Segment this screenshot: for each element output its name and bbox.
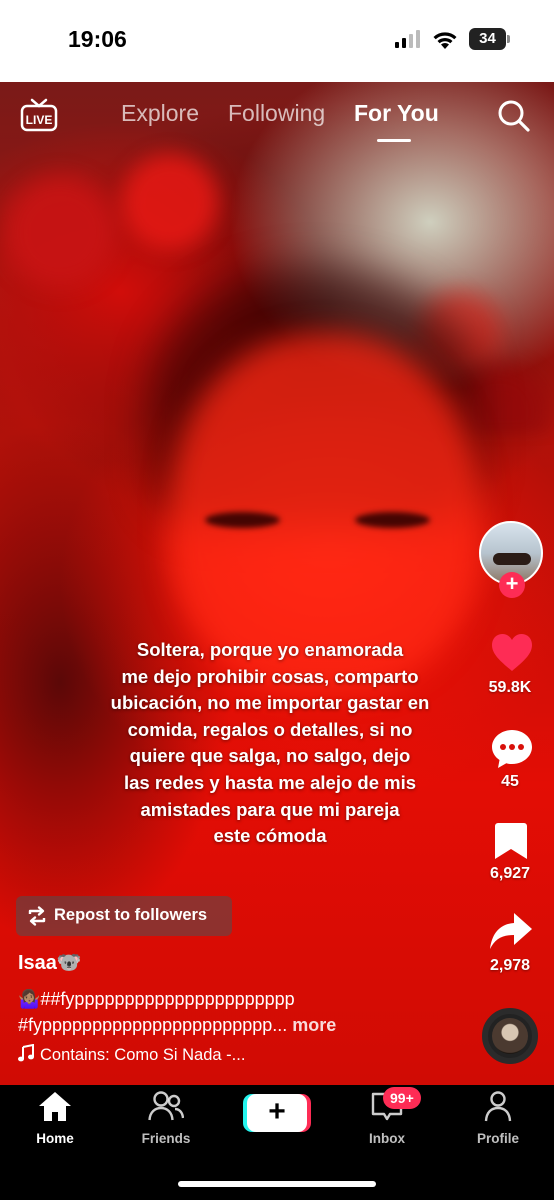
create-post-button[interactable]: + <box>243 1094 311 1132</box>
share-count: 2,978 <box>489 957 531 974</box>
tab-following[interactable]: Following <box>228 100 325 127</box>
battery-tip <box>507 35 510 43</box>
post-description[interactable]: 🤷🏽‍♀️##fypppppppppppppppppppppp #fyppppp… <box>18 986 458 1038</box>
plus-icon: + <box>247 1094 307 1132</box>
repost-label: Repost to followers <box>54 906 208 924</box>
music-disc-cover <box>492 1018 528 1054</box>
battery-indicator: 34 <box>469 28 506 50</box>
nav-profile[interactable]: Profile <box>458 1090 538 1146</box>
avatar-figure <box>493 553 531 565</box>
video-subject-eye <box>205 512 280 528</box>
status-time: 19:06 <box>68 26 127 52</box>
caption-line: Soltera, porque yo enamorada <box>136 639 404 660</box>
home-indicator[interactable] <box>178 1181 376 1187</box>
live-label: LIVE <box>26 113 53 127</box>
share-arrow-icon[interactable] <box>489 911 533 951</box>
save-count: 6,927 <box>489 865 531 882</box>
inbox-badge: 99+ <box>383 1087 421 1109</box>
nav-inbox-label: Inbox <box>369 1131 405 1146</box>
follow-plus-button[interactable]: + <box>499 572 525 598</box>
tab-explore[interactable]: Explore <box>121 100 199 127</box>
home-icon <box>39 1092 71 1121</box>
repost-button[interactable]: Repost to followers <box>16 896 232 936</box>
cellular-signal-icon <box>395 30 420 48</box>
friends-icon <box>148 1091 185 1121</box>
caption-line: amistades para que mi pareja <box>140 798 400 820</box>
caption-line: ubicación, no me importar gastar en <box>110 692 430 714</box>
repost-icon <box>28 906 46 926</box>
live-icon[interactable]: LIVE <box>20 98 58 132</box>
nav-home[interactable]: Home <box>15 1090 95 1146</box>
tab-for-you[interactable]: For You <box>354 100 439 127</box>
nav-profile-label: Profile <box>476 1131 519 1146</box>
nav-friends[interactable]: Friends <box>126 1090 206 1146</box>
description-line: 🤷🏽‍♀️##fypppppppppppppppppppppp <box>18 989 295 1009</box>
caption-line: me dejo prohibir cosas, comparto <box>121 665 419 687</box>
heart-icon[interactable] <box>490 633 534 673</box>
description-line: #fyppppppppppppppppppppppp... <box>18 1015 288 1035</box>
active-tab-indicator <box>377 139 411 142</box>
creator-username[interactable]: Isaa🐨 <box>18 950 82 975</box>
nav-home-label: Home <box>36 1131 74 1146</box>
profile-icon <box>484 1091 512 1122</box>
caption-line: las redes y hasta me alejo de mis <box>123 771 417 793</box>
caption-line: comida, regalos o detalles, si no <box>127 718 413 740</box>
comment-count: 45 <box>501 773 519 790</box>
nav-friends-label: Friends <box>141 1131 191 1146</box>
video-subject-eye <box>355 512 430 528</box>
caption-line: este cómoda <box>213 825 327 847</box>
status-bar: 19:06 34 <box>0 0 554 82</box>
music-title: Contains: Como Si Nada -... <box>40 1046 246 1064</box>
bookmark-icon[interactable] <box>494 822 528 860</box>
caption-line: quiere que salga, no salgo, dejo <box>129 745 411 767</box>
comment-icon[interactable] <box>490 728 534 770</box>
music-disc[interactable] <box>482 1008 538 1064</box>
more-link[interactable]: more <box>292 1015 336 1035</box>
wifi-icon <box>433 32 457 49</box>
search-icon[interactable] <box>497 99 531 133</box>
music-info[interactable]: Contains: Como Si Nada -... <box>18 1043 246 1065</box>
music-note-icon <box>18 1043 34 1062</box>
video-caption-overlay: Soltera, porque yo enamorada me dejo pro… <box>90 637 450 850</box>
like-count: 59.8K <box>488 679 532 696</box>
